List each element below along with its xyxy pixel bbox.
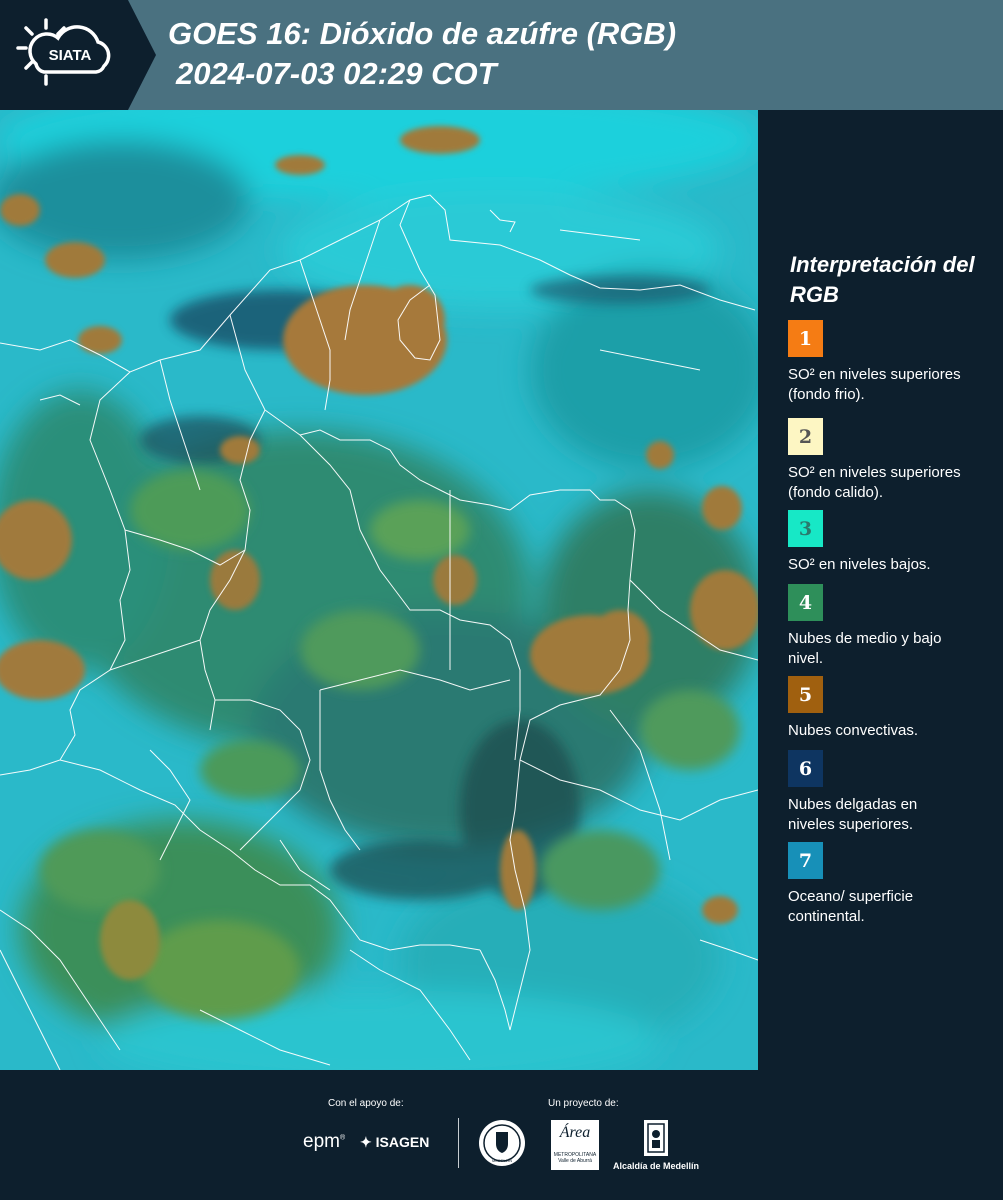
satellite-map <box>0 110 758 1070</box>
legend-item-7: 7 Oceano/ superficie continental. <box>788 842 988 927</box>
area-metropolitana-logo: Área METROPOLITANA Valle de Aburrá <box>551 1120 599 1170</box>
legend-swatch-2: 2 <box>788 418 823 455</box>
legend-swatch-6: 6 <box>788 750 823 787</box>
legend-text-5: Nubes convectivas. <box>788 722 919 739</box>
isagen-mark-icon: ✦ <box>360 1134 372 1150</box>
medellin-seal-icon: MEDELLÍN <box>479 1120 525 1166</box>
legend-item-5: 5 Nubes convectivas. <box>788 676 988 741</box>
legend-item-4: 4 Nubes de medio y bajo nivel. <box>788 584 988 669</box>
page-title: GOES 16: Dióxido de azúfre (RGB) <box>168 16 677 51</box>
legend-title: Interpretación del RGB <box>790 252 975 307</box>
legend-item-1: 1 SO² en niveles superiores (fondo frio)… <box>788 320 988 405</box>
support-label: Con el apoyo de: <box>328 1098 404 1109</box>
legend-swatch-5: 5 <box>788 676 823 713</box>
alcaldia-shield-icon <box>644 1120 668 1156</box>
legend-text-4: Nubes de medio y bajo nivel. <box>788 630 942 667</box>
legend-text-2: SO² en niveles superiores (fondo calido)… <box>788 464 961 501</box>
footer: Con el apoyo de: Un proyecto de: epm® ✦ … <box>0 1070 1003 1200</box>
legend-item-2: 2 SO² en niveles superiores (fondo calid… <box>788 418 988 503</box>
legend-panel: Interpretación del RGB 1 SO² en niveles … <box>758 110 1003 1070</box>
legend-swatch-7: 7 <box>788 842 823 879</box>
legend-swatch-4: 4 <box>788 584 823 621</box>
seal-text: MEDELLÍN <box>492 1158 512 1163</box>
logo-arrow <box>128 0 156 110</box>
project-label: Un proyecto de: <box>548 1098 619 1109</box>
legend-text-6: Nubes delgadas en niveles superiores. <box>788 796 918 833</box>
legend-swatch-1: 1 <box>788 320 823 357</box>
logo-text: SIATA <box>49 47 92 64</box>
siata-logo: SIATA <box>0 0 128 110</box>
footer-divider <box>458 1118 459 1168</box>
legend-item-3: 3 SO² en niveles bajos. <box>788 510 988 575</box>
legend-text-3: SO² en niveles bajos. <box>788 556 931 573</box>
legend-swatch-3: 3 <box>788 510 823 547</box>
legend-text-7: Oceano/ superficie continental. <box>788 888 914 925</box>
sun-cloud-icon: SIATA <box>16 18 111 86</box>
timestamp: 2024-07-03 02:29 COT <box>176 56 497 91</box>
legend-item-6: 6 Nubes delgadas en niveles superiores. <box>788 750 988 835</box>
header: SIATA GOES 16: Dióxido de azúfre (RGB) 2… <box>0 0 1003 110</box>
legend-text-1: SO² en niveles superiores (fondo frio). <box>788 366 961 403</box>
alcaldia-label: Alcaldía de Medellín <box>613 1161 700 1171</box>
isagen-logo: ✦ ISAGEN <box>360 1134 430 1150</box>
epm-logo: epm® <box>303 1131 346 1152</box>
